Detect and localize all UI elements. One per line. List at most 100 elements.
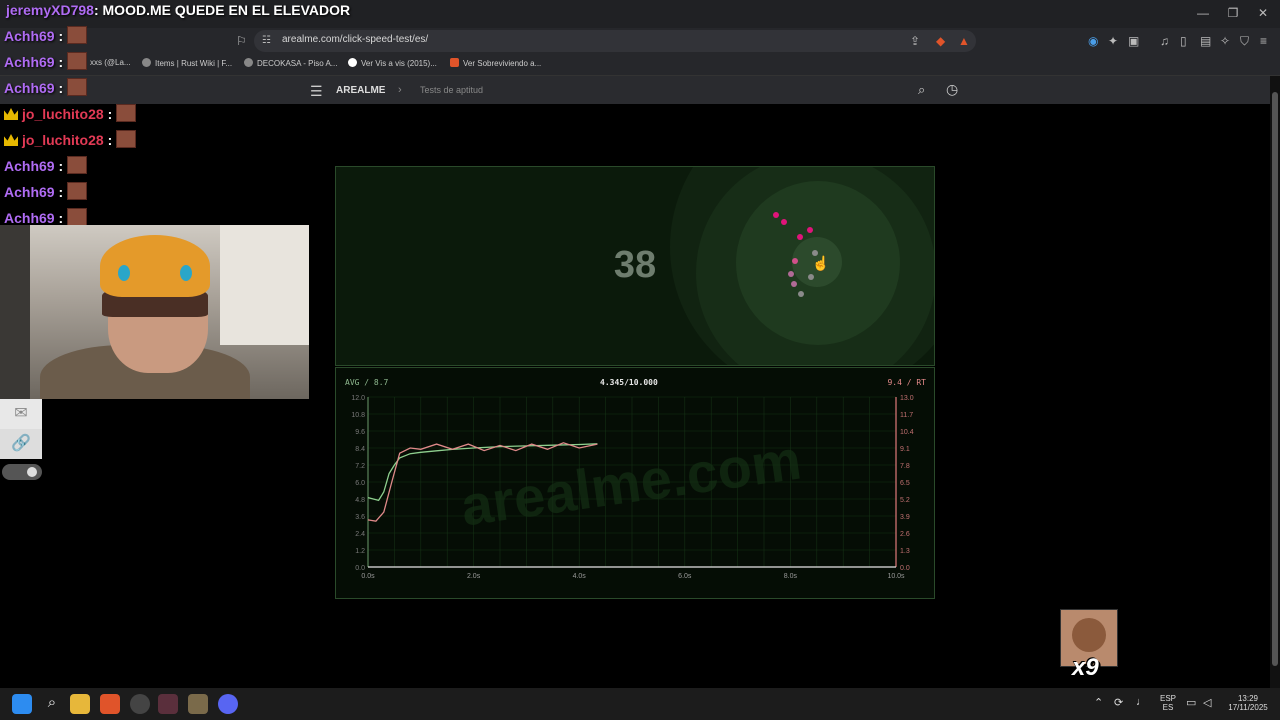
sync-icon[interactable]: ⟳: [1114, 696, 1123, 709]
bookmark-globe-icon: [142, 58, 151, 67]
chart-watermark: arealme.com: [457, 428, 805, 538]
chat-user: jo_luchito28: [22, 106, 104, 122]
settings-app-icon[interactable]: [130, 694, 150, 714]
emote-icon: [116, 130, 137, 148]
bookmark-item[interactable]: Ver Sobreviviendo a...: [450, 58, 541, 68]
speed-chart: arealme.com 0.0 1.2 2.4 3.6 4.8 6.0 7.2 8.4 9.6 10…: [351, 395, 914, 580]
search-icon[interactable]: ⌕: [918, 82, 925, 98]
wallet-icon[interactable]: ▤: [1200, 34, 1211, 48]
chat-sep: :: [58, 80, 64, 96]
y-tick-right: 11.7: [900, 412, 913, 419]
clock[interactable]: 13:29 17/11/2025: [1226, 694, 1270, 712]
network-icon[interactable]: ▭: [1186, 696, 1196, 709]
language-indicator[interactable]: ESP ES: [1160, 694, 1176, 712]
click-dot: [781, 219, 787, 225]
emote-icon: [67, 78, 88, 96]
hamburger-menu-icon[interactable]: ☰: [310, 83, 323, 100]
y-tick-right: 5.2: [900, 497, 910, 504]
brave-shield-icon[interactable]: ◆: [936, 34, 945, 48]
crown-icon: [4, 134, 18, 146]
chat-user: Achh69: [4, 184, 55, 200]
toggle-knob: [27, 467, 37, 477]
emote-icon: [67, 26, 88, 44]
y-tick-right: 9.1: [900, 446, 910, 453]
extensions-icon[interactable]: ✦: [1108, 34, 1118, 48]
history-icon[interactable]: ◷: [946, 81, 958, 98]
chat-message: Achh69 :: [4, 156, 88, 178]
click-dot: [798, 291, 804, 297]
sidebar-icon[interactable]: ▯: [1180, 34, 1187, 48]
x-tick: 2.0s: [467, 573, 481, 580]
audio-icon[interactable]: ◉: [1088, 34, 1098, 48]
rt-stat: 9.4 / RT: [887, 378, 926, 387]
click-dot: [807, 227, 813, 233]
menu-icon[interactable]: ≡: [1260, 34, 1267, 48]
brave-browser-icon[interactable]: [100, 694, 120, 714]
share-icon[interactable]: ⇪: [910, 34, 920, 48]
chat-message: Achh69 :: [4, 26, 88, 48]
leo-icon[interactable]: ✧: [1220, 34, 1230, 48]
minimize-button[interactable]: —: [1188, 6, 1218, 20]
link-icon[interactable]: 🔗: [0, 429, 42, 459]
emote-icon: [67, 156, 88, 174]
site-header: [0, 76, 1270, 104]
emote-icon: [67, 208, 88, 226]
obs-icon[interactable]: [158, 694, 178, 714]
y-tick-right: 10.4: [900, 429, 914, 436]
bookmark-video-icon: [450, 58, 459, 67]
emote-icon: [67, 182, 88, 200]
x-tick: 4.0s: [573, 573, 587, 580]
chevron-right-icon: ›: [398, 84, 402, 96]
site-brand[interactable]: AREALME: [336, 85, 385, 96]
chat-sep: :: [58, 158, 64, 174]
click-dot: [797, 234, 803, 240]
lang-bottom: ES: [1162, 703, 1174, 712]
y-tick-left: 8.4: [355, 446, 365, 453]
click-dot: [792, 258, 798, 264]
mail-icon[interactable]: ✉: [0, 399, 42, 429]
webcam-door: [0, 225, 30, 399]
clock-date: 17/11/2025: [1228, 703, 1268, 712]
volume-icon[interactable]: ◁: [1203, 696, 1211, 709]
bookmark-item[interactable]: DECOKASA - Piso A...: [244, 58, 337, 68]
webcam-wall: [220, 225, 309, 345]
close-button[interactable]: ✕: [1248, 6, 1278, 20]
windows-start-icon[interactable]: [12, 694, 32, 714]
music-icon[interactable]: ♫: [1160, 34, 1169, 48]
chat-sep: :: [58, 210, 64, 226]
discord-icon[interactable]: [218, 694, 238, 714]
taskbar-search-icon[interactable]: ⌕: [42, 694, 62, 714]
vpn-icon[interactable]: ⛉: [1240, 34, 1249, 49]
bookmark-item[interactable]: Ver Vis a vis (2015)...: [348, 58, 437, 68]
avg-stat: AVG / 8.7: [345, 378, 389, 387]
breadcrumb[interactable]: Tests de aptitud: [420, 85, 483, 95]
meme-multiplier: x9: [1072, 654, 1099, 681]
chat-user: Achh69: [4, 158, 55, 174]
maximize-button[interactable]: ❐: [1218, 6, 1248, 20]
chat-user: Achh69: [4, 54, 55, 70]
webcam-hat-eye: [118, 265, 130, 281]
scrollbar-thumb[interactable]: [1272, 92, 1278, 666]
webcam-feed: [0, 225, 309, 399]
bookmark-item[interactable]: xxs (@La...: [90, 58, 131, 67]
y-tick-left: 10.8: [351, 412, 365, 419]
mic-icon[interactable]: ♩: [1136, 696, 1147, 708]
tray-chevron-icon[interactable]: ⌃: [1094, 696, 1103, 709]
file-explorer-icon[interactable]: [70, 694, 90, 714]
site-settings-icon[interactable]: ☷: [262, 35, 271, 46]
chat-user: jo_luchito28: [22, 132, 104, 148]
x-tick: 8.0s: [784, 573, 798, 580]
webcam-hat-eye: [180, 265, 192, 281]
y-tick-right: 13.0: [900, 395, 914, 402]
url-text[interactable]: arealme.com/click-speed-test/es/: [282, 34, 428, 45]
screenshot-icon[interactable]: ▣: [1128, 34, 1139, 48]
bookmark-icon[interactable]: ⚐: [236, 34, 247, 48]
y-tick-left: 0.0: [355, 565, 365, 572]
app-box-icon[interactable]: [188, 694, 208, 714]
bookmark-item[interactable]: Items | Rust Wiki | F...: [142, 58, 232, 68]
chat-message: Achh69 :: [4, 78, 88, 100]
y-tick-right: 7.8: [900, 463, 910, 470]
click-count: 38: [613, 244, 657, 286]
click-dot: [788, 271, 794, 277]
rewards-icon[interactable]: ▲: [958, 34, 970, 48]
